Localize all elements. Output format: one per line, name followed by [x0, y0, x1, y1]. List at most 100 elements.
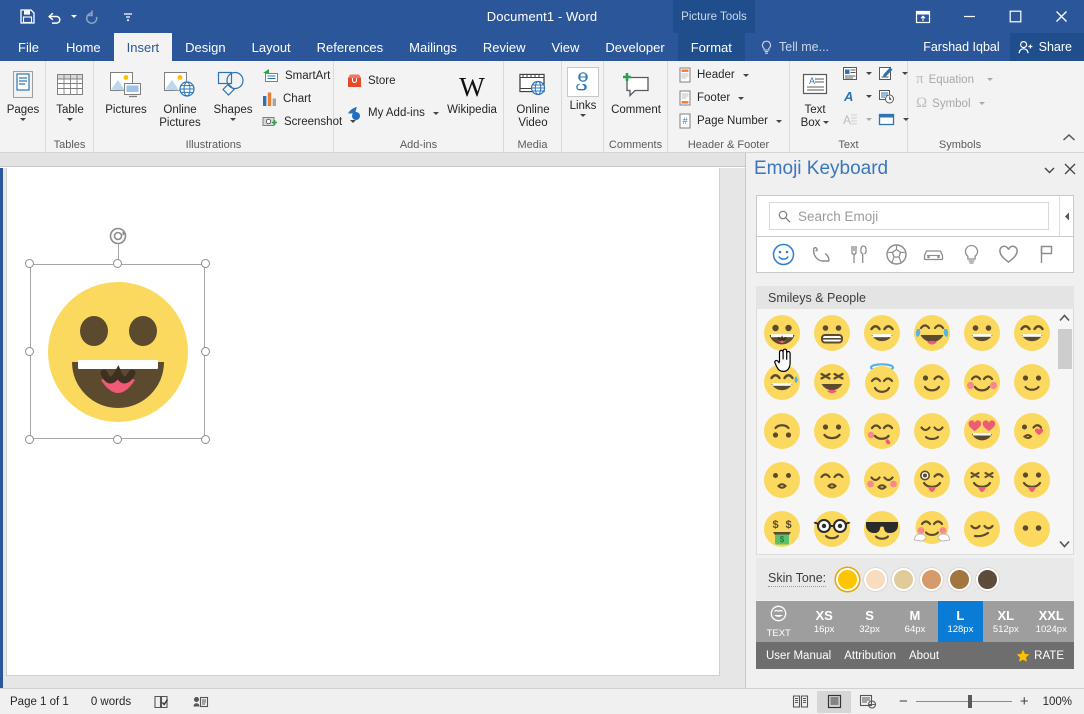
zoom-in-button[interactable]: +	[1020, 693, 1029, 710]
shapes-dropdown-caret-icon[interactable]	[230, 118, 236, 121]
emoji-upside-down-face[interactable]	[759, 408, 805, 454]
page-number-button[interactable]: # Page Number	[678, 113, 782, 129]
tab-home[interactable]: Home	[53, 33, 114, 61]
quick-parts-button[interactable]	[842, 66, 872, 81]
proofing-errors-icon[interactable]	[153, 694, 170, 710]
emoji-grinning-squinting-face[interactable]	[809, 359, 855, 405]
collapse-left-icon[interactable]	[1059, 196, 1073, 236]
picture-selection-frame[interactable]	[30, 264, 205, 439]
search-input[interactable]: Search Emoji	[769, 202, 1049, 230]
emoji-nerd-face[interactable]	[809, 506, 855, 552]
emoji-grimacing-face[interactable]	[809, 310, 855, 356]
maximize-icon[interactable]	[992, 0, 1038, 33]
drop-cap-caret-icon[interactable]	[866, 118, 872, 121]
attribution-link[interactable]: Attribution	[844, 650, 896, 662]
category-food-drink-icon[interactable]	[845, 241, 873, 269]
skin-tone-medium-dark[interactable]	[948, 568, 971, 591]
user-name[interactable]: Farshad Iqbal	[913, 33, 1009, 61]
online-video-button[interactable]: Online Video	[506, 67, 560, 129]
size-xxl-button[interactable]: XXL 1024px	[1029, 601, 1074, 642]
symbol-caret-icon[interactable]	[979, 102, 985, 105]
zoom-level[interactable]: 100%	[1043, 696, 1072, 708]
symbol-button[interactable]: Ω Symbol	[916, 95, 985, 112]
shapes-button[interactable]: Shapes	[208, 67, 258, 121]
emoji-face-without-mouth[interactable]	[1009, 506, 1055, 552]
resize-handle-top-left[interactable]	[25, 259, 34, 268]
resize-handle-bottom-right[interactable]	[201, 435, 210, 444]
emoji-smirking-face[interactable]	[959, 506, 1005, 552]
emoji-money-mouth-face[interactable]: $$$	[759, 506, 805, 552]
save-icon[interactable]	[14, 4, 40, 30]
emoji-slightly-smiling-face[interactable]	[1009, 359, 1055, 405]
collapse-ribbon-icon[interactable]	[1062, 130, 1076, 148]
emoji-squinting-face-with-tongue[interactable]	[959, 457, 1005, 503]
wordart-button[interactable]: A	[842, 89, 872, 104]
scroll-down-arrow-icon[interactable]	[1059, 535, 1070, 553]
size-l-button[interactable]: L 128px	[938, 601, 983, 642]
undo-icon[interactable]	[42, 4, 68, 30]
tab-format[interactable]: Format	[678, 33, 745, 61]
tab-review[interactable]: Review	[470, 33, 539, 61]
document-page[interactable]	[6, 168, 720, 676]
category-smileys-people-icon[interactable]	[770, 241, 798, 269]
emoji-grinning-face-with-sweat[interactable]	[759, 359, 805, 405]
table-dropdown-caret-icon[interactable]	[67, 118, 73, 121]
tab-view[interactable]: View	[538, 33, 592, 61]
emoji-face-with-tears-of-joy[interactable]	[909, 310, 955, 356]
object-button[interactable]	[878, 112, 909, 127]
header-dropdown-caret-icon[interactable]	[743, 74, 749, 77]
tab-developer[interactable]: Developer	[592, 33, 677, 61]
equation-caret-icon[interactable]	[987, 78, 993, 81]
close-icon[interactable]	[1038, 0, 1084, 33]
web-layout-icon[interactable]	[851, 691, 885, 713]
zoom-out-button[interactable]: −	[899, 693, 908, 710]
emoji-face-with-tongue[interactable]	[1009, 457, 1055, 503]
text-box-dropdown-caret-icon[interactable]	[823, 121, 829, 124]
emoji-smiling-face-with-halo[interactable]	[859, 359, 905, 405]
share-button[interactable]: Share	[1010, 33, 1084, 61]
undo-dropdown-caret-icon[interactable]	[71, 15, 77, 18]
emoji-kissing-face[interactable]	[759, 457, 805, 503]
tell-me-search[interactable]: Tell me...	[760, 33, 829, 61]
table-button[interactable]: Table	[50, 67, 90, 121]
document-canvas[interactable]	[0, 168, 745, 688]
tab-mailings[interactable]: Mailings	[396, 33, 470, 61]
resize-handle-top-center[interactable]	[113, 259, 122, 268]
customize-qat-icon[interactable]	[115, 4, 141, 30]
resize-handle-middle-left[interactable]	[25, 347, 34, 356]
word-count[interactable]: 0 words	[91, 696, 131, 708]
my-addins-button[interactable]: My Add-ins	[346, 105, 439, 121]
comment-button[interactable]: Comment	[608, 67, 664, 116]
signature-line-button[interactable]	[878, 66, 908, 81]
tab-file[interactable]: File	[0, 33, 53, 61]
text-box-button[interactable]: A Text Box	[794, 67, 836, 129]
skin-tone-dark[interactable]	[976, 568, 999, 591]
date-time-button[interactable]	[878, 89, 895, 104]
footer-dropdown-caret-icon[interactable]	[738, 97, 744, 100]
smartart-button[interactable]: SmartArt	[262, 68, 330, 84]
emoji-white-smiling-face[interactable]	[809, 408, 855, 454]
wikipedia-button[interactable]: W Wikipedia	[444, 67, 500, 116]
wordart-caret-icon[interactable]	[866, 95, 872, 98]
category-symbols-icon[interactable]	[995, 241, 1023, 269]
zoom-thumb[interactable]	[968, 695, 972, 708]
scrollbar-thumb[interactable]	[1058, 329, 1072, 369]
tab-layout[interactable]: Layout	[239, 33, 304, 61]
emoji-winking-face-with-tongue[interactable]	[909, 457, 955, 503]
size-s-button[interactable]: S 32px	[847, 601, 892, 642]
scroll-up-arrow-icon[interactable]	[1059, 309, 1070, 327]
rate-button[interactable]: RATE	[1016, 649, 1064, 663]
online-pictures-button[interactable]: Online Pictures	[152, 67, 208, 129]
emoji-smiling-face-with-sunglasses[interactable]	[859, 506, 905, 552]
resize-handle-bottom-left[interactable]	[25, 435, 34, 444]
page-info[interactable]: Page 1 of 1	[10, 696, 69, 708]
skin-tone-light[interactable]	[864, 568, 887, 591]
emoji-beaming-face-with-smiling-eyes[interactable]	[859, 310, 905, 356]
category-flags-icon[interactable]	[1032, 241, 1060, 269]
size-m-button[interactable]: M 64px	[892, 601, 937, 642]
pictures-button[interactable]: Pictures	[98, 67, 154, 116]
emoji-face-savoring-food[interactable]	[859, 408, 905, 454]
pages-button[interactable]: Pages	[3, 67, 43, 121]
category-activity-icon[interactable]	[882, 241, 910, 269]
tab-insert[interactable]: Insert	[114, 33, 173, 61]
